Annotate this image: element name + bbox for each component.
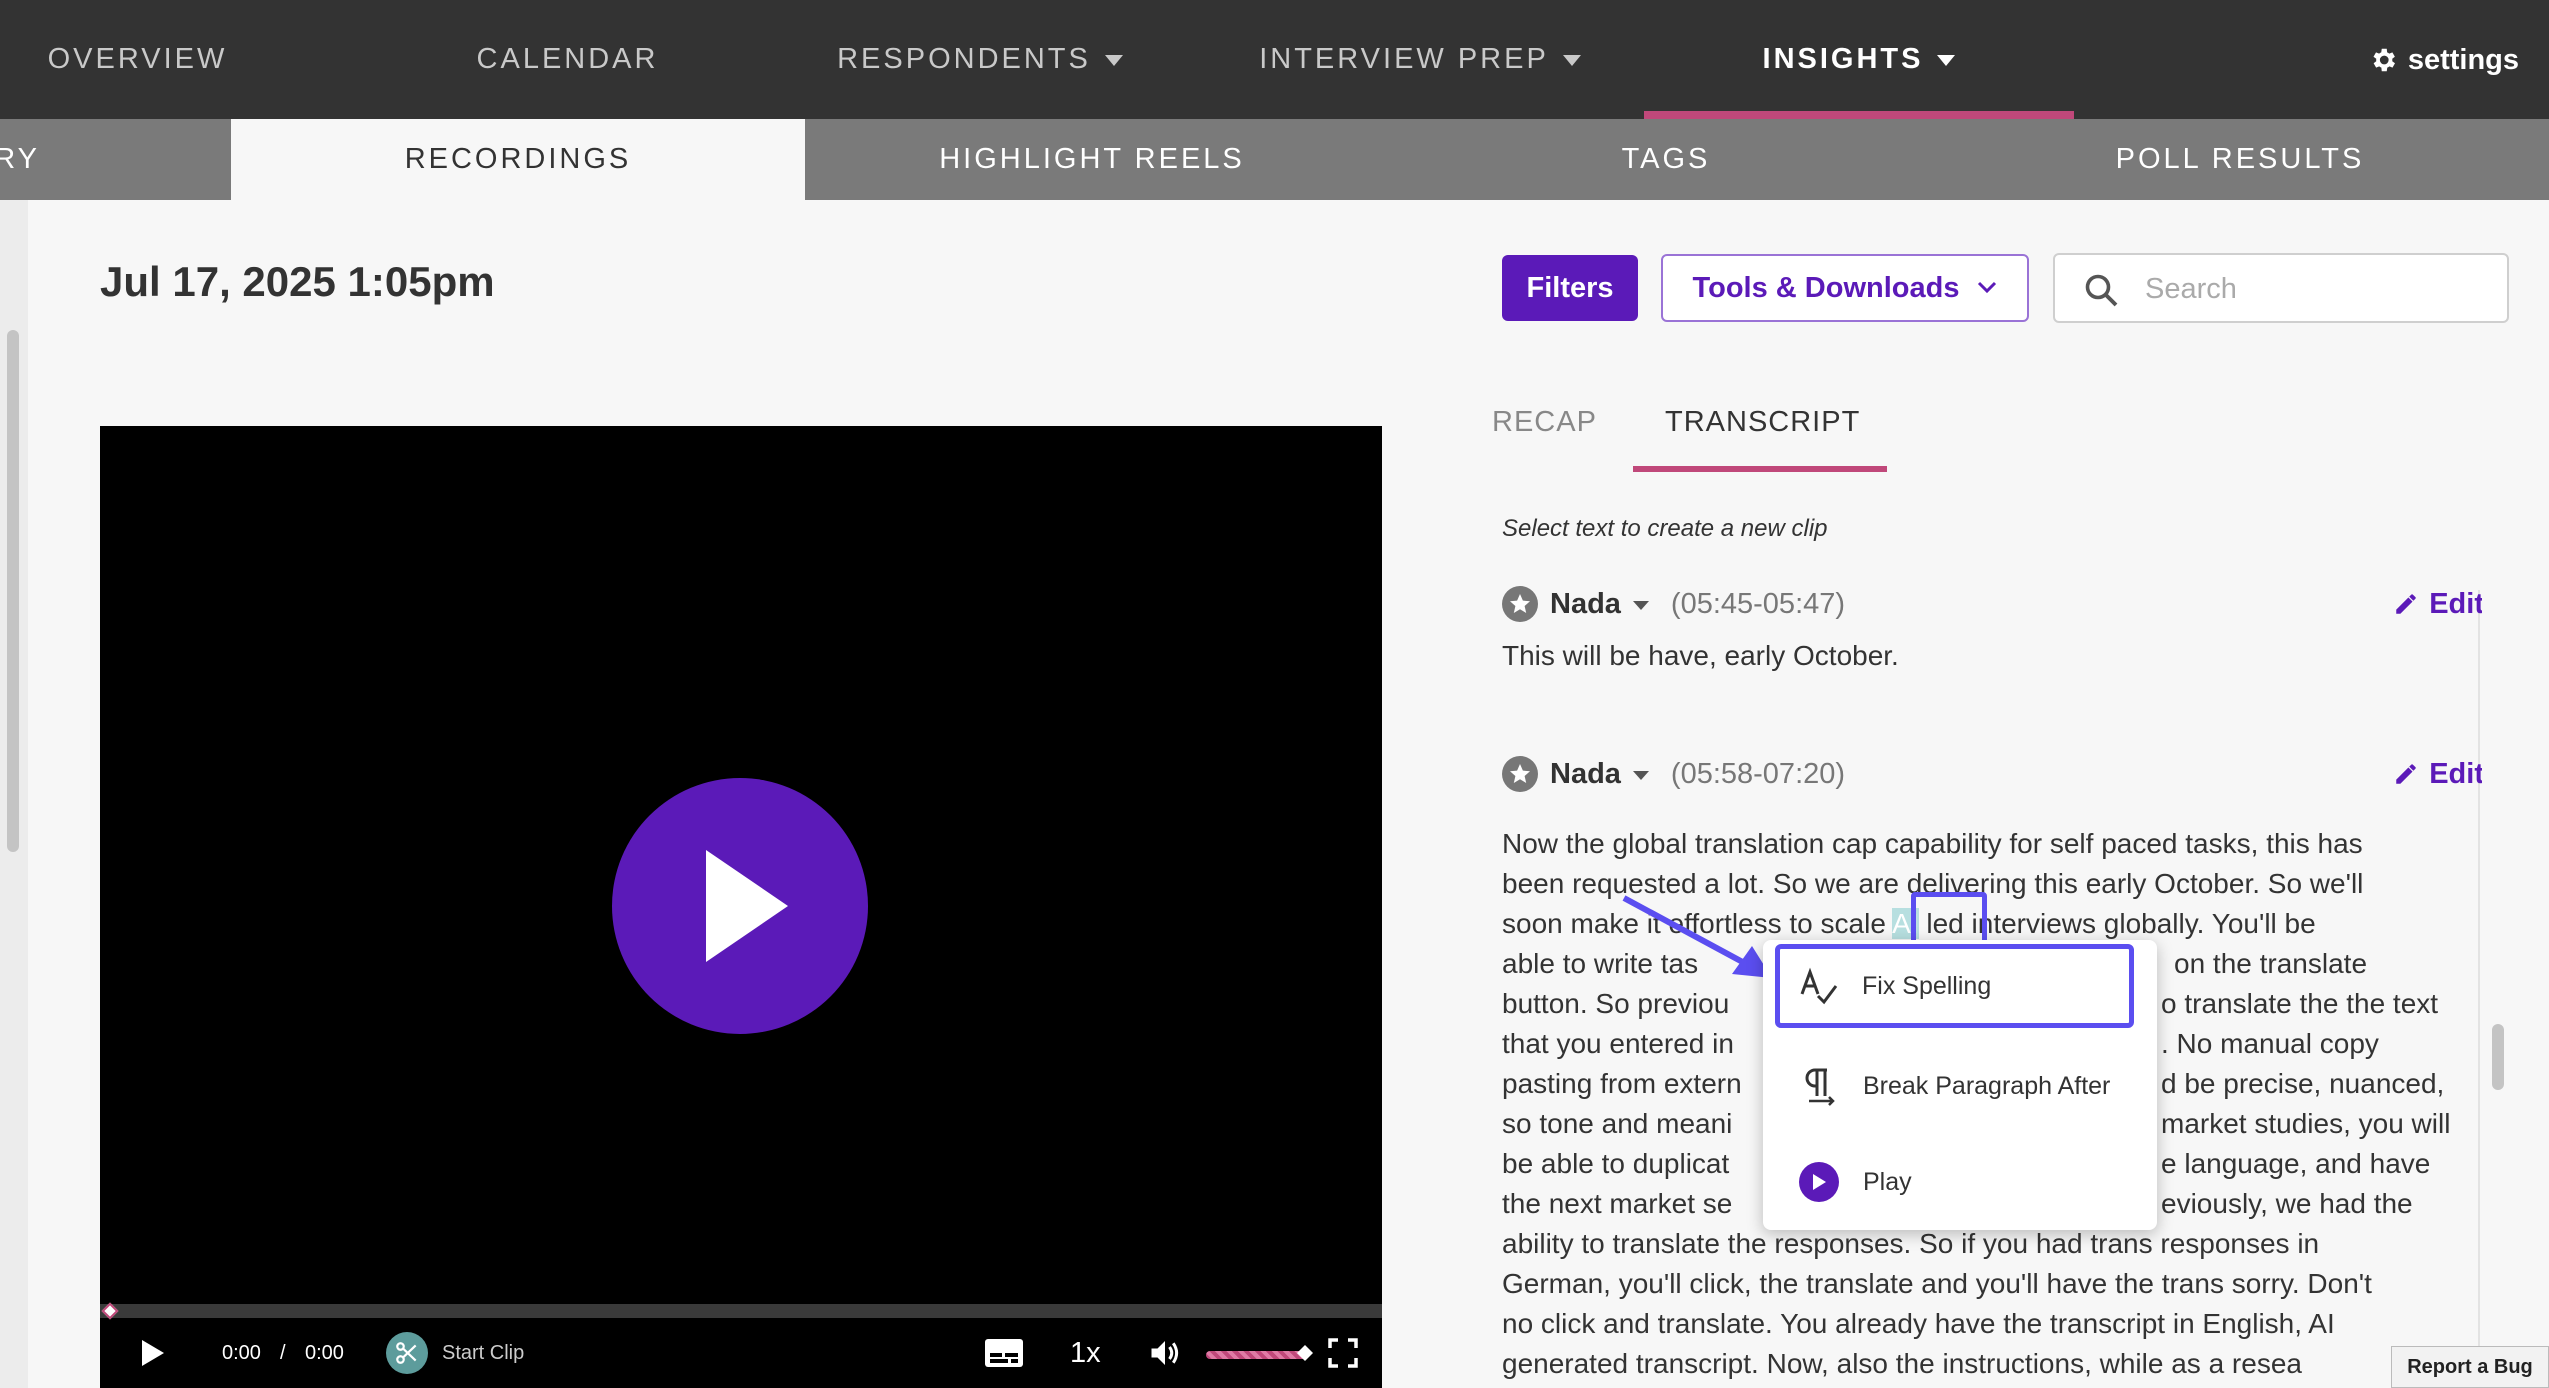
search-icon xyxy=(2085,274,2118,307)
left-scrollbar[interactable] xyxy=(0,200,28,1388)
current-time: 0:00 xyxy=(222,1341,261,1364)
captions-icon xyxy=(985,1339,1023,1367)
top-nav: OVERVIEW CALENDAR RESPONDENTS INTERVIEW … xyxy=(0,0,2549,119)
video-progress-bar[interactable] xyxy=(100,1302,1382,1320)
tab-summary[interactable]: RY xyxy=(0,119,40,200)
transcript-line: German, you'll click, the translate and … xyxy=(1502,1268,2372,1299)
star-icon[interactable] xyxy=(1502,756,1538,792)
timestamp-range[interactable]: (05:58-07:20) xyxy=(1671,758,1845,791)
tab-transcript[interactable]: TRANSCRIPT xyxy=(1665,406,1860,439)
fullscreen-button[interactable] xyxy=(1328,1318,1358,1388)
pencil-icon xyxy=(2396,594,2416,614)
play-circle-icon xyxy=(1799,1162,1839,1202)
transcript-line: no click and translate. You already have… xyxy=(1502,1308,2335,1339)
fullscreen-icon xyxy=(1328,1338,1358,1368)
settings-link[interactable]: settings xyxy=(2368,0,2519,130)
scrollbar-thumb[interactable] xyxy=(7,330,19,852)
caret-down-icon xyxy=(1562,55,1581,66)
transcript-scroll-thumb[interactable] xyxy=(2492,1024,2504,1090)
transcript-line: ability to translate the responses. So i… xyxy=(1502,1228,2320,1259)
context-menu: Fix Spelling Break Paragraph After Play xyxy=(1763,940,2157,1230)
page-title: Jul 17, 2025 1:05pm xyxy=(100,258,495,305)
captions-button[interactable] xyxy=(984,1318,1024,1388)
speaker-caret-icon[interactable] xyxy=(1632,600,1649,610)
transcript-line: Now the global translation cap capabilit… xyxy=(1502,828,2363,859)
caret-down-icon xyxy=(1937,55,1956,66)
volume-slider[interactable] xyxy=(1206,1351,1306,1359)
menu-item-fix-spelling[interactable]: Fix Spelling xyxy=(1775,944,2134,1028)
nav-active-underline xyxy=(1644,111,2074,119)
nav-interview-prep[interactable]: INTERVIEW PREP xyxy=(1240,0,1600,119)
star-icon[interactable] xyxy=(1502,586,1538,622)
speaker-name[interactable]: Nada xyxy=(1550,758,1621,791)
gear-icon xyxy=(2373,48,2395,72)
tab-tags[interactable]: TAGS xyxy=(1379,119,1953,200)
transcript-text[interactable]: This will be have, early October. xyxy=(1502,636,2482,676)
search-box xyxy=(2053,253,2509,323)
pilcrow-icon xyxy=(1799,1066,1839,1106)
play-icon xyxy=(706,850,788,962)
caret-down-icon xyxy=(1104,55,1123,66)
tools-downloads-dropdown[interactable]: Tools & Downloads xyxy=(1661,254,2029,322)
play-button-large[interactable] xyxy=(612,778,868,1034)
progress-handle[interactable] xyxy=(101,1302,119,1320)
edit-button[interactable]: Edit xyxy=(2393,584,2482,624)
nav-calendar[interactable]: CALENDAR xyxy=(415,0,720,119)
search-input[interactable] xyxy=(2145,265,2485,313)
scissors-icon xyxy=(386,1332,428,1374)
annotation-arrow-icon xyxy=(1622,895,1772,978)
time-separator: / xyxy=(280,1341,286,1364)
duration: 0:00 xyxy=(305,1341,344,1364)
select-text-hint: Select text to create a new clip xyxy=(1502,515,1828,542)
menu-item-break-paragraph[interactable]: Break Paragraph After xyxy=(1763,1038,2157,1134)
video-controls: 0:00 / 0:00 Start Clip 1x xyxy=(100,1318,1382,1388)
tab-highlight-reels[interactable]: HIGHLIGHT REELS xyxy=(805,119,1379,200)
transcript-entry-header: Nada (05:58-07:20) xyxy=(1502,754,1845,794)
speaker-name[interactable]: Nada xyxy=(1550,588,1621,621)
transcript-entry-header: Nada (05:45-05:47) xyxy=(1502,584,1845,624)
playback-rate-button[interactable]: 1x xyxy=(1070,1318,1101,1388)
report-bug-button[interactable]: Report a Bug xyxy=(2391,1346,2549,1388)
edit-button[interactable]: Edit xyxy=(2393,754,2482,794)
start-clip-button[interactable]: Start Clip xyxy=(386,1318,524,1388)
volume-icon xyxy=(1151,1341,1179,1365)
nav-respondents[interactable]: RESPONDENTS xyxy=(820,0,1140,119)
menu-item-play[interactable]: Play xyxy=(1763,1134,2157,1230)
tab-recap[interactable]: RECAP xyxy=(1492,406,1597,439)
play-button[interactable] xyxy=(140,1318,166,1388)
timestamp-range[interactable]: (05:45-05:47) xyxy=(1671,588,1845,621)
nav-overview[interactable]: OVERVIEW xyxy=(0,0,275,119)
transcript-tab-underline xyxy=(1633,466,1887,472)
tab-poll-results[interactable]: POLL RESULTS xyxy=(1953,119,2527,200)
tab-recordings[interactable]: RECORDINGS xyxy=(231,119,805,200)
speaker-caret-icon[interactable] xyxy=(1632,770,1649,780)
transcript-line: generated transcript. Now, also the inst… xyxy=(1502,1348,2302,1379)
volume-handle[interactable] xyxy=(1296,1318,1314,1388)
video-player[interactable]: 0:00 / 0:00 Start Clip 1x xyxy=(100,426,1382,1388)
spellcheck-icon xyxy=(1798,966,1838,1006)
volume-button[interactable] xyxy=(1145,1318,1185,1388)
nav-insights[interactable]: INSIGHTS xyxy=(1644,0,2074,119)
chevron-down-icon xyxy=(1978,281,1997,294)
filters-button[interactable]: Filters xyxy=(1502,255,1638,321)
sub-nav: RY RECORDINGS HIGHLIGHT REELS TAGS POLL … xyxy=(0,119,2549,200)
pencil-icon xyxy=(2396,764,2416,784)
play-icon xyxy=(142,1340,164,1366)
